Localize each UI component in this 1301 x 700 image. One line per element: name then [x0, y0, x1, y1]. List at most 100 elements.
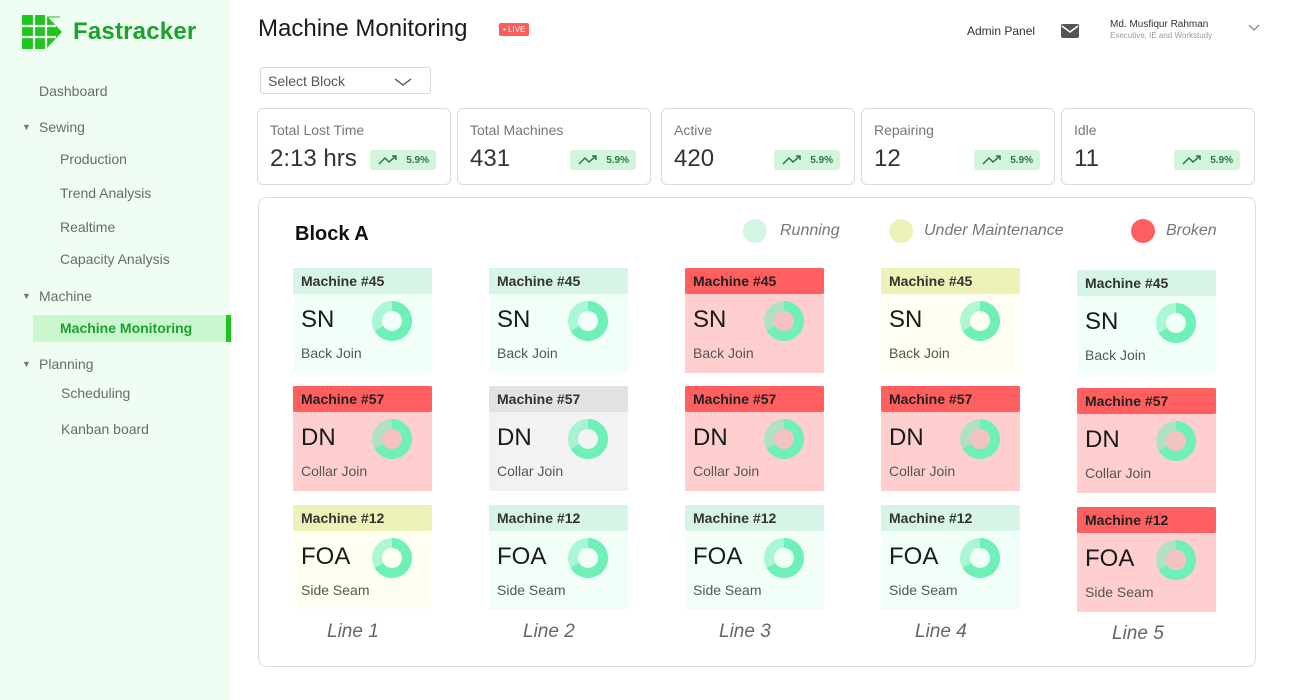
sidebar-item-trend-analysis[interactable]: Trend Analysis	[60, 185, 151, 201]
machine-card[interactable]: Machine #45 SN Back Join	[293, 268, 432, 373]
machine-code: DN	[301, 424, 336, 451]
sidebar-item-production[interactable]: Production	[60, 151, 127, 167]
machine-code: SN	[301, 306, 335, 333]
sidebar-item-machine-monitoring[interactable]: Machine Monitoring	[33, 315, 231, 342]
machine-code: FOA	[1085, 545, 1135, 572]
machine-code: SN	[497, 306, 531, 333]
stat-card-total-lost-time: Total Lost Time 2:13 hrs 5.9%	[257, 108, 451, 185]
machine-card[interactable]: Machine #12 FOA Side Seam	[685, 505, 824, 610]
stat-card-repairing: Repairing 12 5.9%	[861, 108, 1055, 185]
chevron-down-icon[interactable]	[1248, 24, 1260, 32]
machine-name: Machine #45	[1077, 270, 1216, 296]
machine-code: FOA	[889, 543, 939, 570]
line-label: Line 4	[915, 621, 967, 642]
machine-operation: Back Join	[889, 345, 950, 361]
user-role: Executive, IE and Workstudy	[1110, 31, 1213, 40]
donut-chart-icon	[960, 301, 1000, 341]
machine-card[interactable]: Machine #12 FOA Side Seam	[881, 505, 1020, 610]
machine-operation: Back Join	[497, 345, 558, 361]
machine-card[interactable]: Machine #57 DN Collar Join	[293, 386, 432, 491]
stat-change-badge: 5.9%	[570, 150, 636, 170]
user-name[interactable]: Md. Musfiqur Rahman	[1110, 19, 1208, 30]
sidebar-item-scheduling[interactable]: Scheduling	[61, 385, 130, 401]
sidebar-item-realtime[interactable]: Realtime	[60, 219, 115, 235]
machine-operation: Collar Join	[693, 463, 760, 479]
stat-card-idle: Idle 11 5.9%	[1061, 108, 1255, 185]
sidebar-group-sewing[interactable]: ▼ Sewing	[22, 119, 85, 135]
sidebar-item-dashboard[interactable]: Dashboard	[39, 83, 108, 99]
machine-code: SN	[889, 306, 923, 333]
machine-card[interactable]: Machine #57 DN Collar Join	[1077, 388, 1216, 493]
machine-card[interactable]: Machine #57 DN Collar Join	[685, 386, 824, 491]
machine-card[interactable]: Machine #45 SN Back Join	[489, 268, 628, 373]
block-select-value: Select Block	[268, 73, 346, 89]
stat-label: Active	[674, 122, 713, 138]
line-label: Line 1	[327, 621, 379, 642]
line-label: Line 3	[719, 621, 771, 642]
admin-panel-link[interactable]: Admin Panel	[967, 24, 1035, 38]
donut-chart-icon	[960, 538, 1000, 578]
block-select[interactable]: Select Block	[260, 67, 431, 94]
machine-card[interactable]: Machine #12 FOA Side Seam	[1077, 507, 1216, 612]
machine-operation: Collar Join	[497, 463, 564, 479]
sidebar-item-capacity-analysis[interactable]: Capacity Analysis	[60, 251, 170, 267]
machine-card[interactable]: Machine #57 DN Collar Join	[489, 386, 628, 491]
trending-up-icon	[1182, 155, 1201, 165]
machine-code: SN	[1085, 308, 1119, 335]
legend-broken-dot	[1131, 219, 1155, 243]
machine-card[interactable]: Machine #45 SN Back Join	[685, 268, 824, 373]
stat-change-badge: 5.9%	[1174, 150, 1240, 170]
machine-card[interactable]: Machine #12 FOA Side Seam	[489, 505, 628, 610]
stat-card-active: Active 420 5.9%	[661, 108, 855, 185]
donut-chart-icon	[568, 301, 608, 341]
machine-code: DN	[1085, 426, 1120, 453]
donut-chart-icon	[1156, 421, 1196, 461]
machine-code: FOA	[693, 543, 743, 570]
trending-up-icon	[578, 155, 597, 165]
sidebar-group-label: Sewing	[39, 119, 85, 135]
stat-change-value: 5.9%	[406, 154, 429, 166]
machine-name: Machine #45	[293, 268, 432, 294]
active-indicator	[226, 315, 231, 342]
machine-operation: Side Seam	[1085, 584, 1154, 600]
machine-name: Machine #57	[489, 386, 628, 412]
machine-name: Machine #12	[1077, 507, 1216, 533]
machine-operation: Side Seam	[301, 582, 370, 598]
machine-name: Machine #45	[489, 268, 628, 294]
donut-chart-icon	[1156, 540, 1196, 580]
machine-name: Machine #45	[881, 268, 1020, 294]
trending-up-icon	[378, 155, 397, 165]
machine-code: DN	[497, 424, 532, 451]
machine-name: Machine #57	[685, 386, 824, 412]
stat-value: 420	[674, 145, 715, 172]
machine-card[interactable]: Machine #12 FOA Side Seam	[293, 505, 432, 610]
donut-chart-icon	[568, 538, 608, 578]
legend-broken-label: Broken	[1166, 222, 1217, 239]
legend-maintenance-dot	[889, 219, 913, 243]
trending-up-icon	[982, 155, 1001, 165]
donut-chart-icon	[764, 538, 804, 578]
stat-card-total-machines: Total Machines 431 5.9%	[457, 108, 651, 185]
machine-operation: Side Seam	[497, 582, 566, 598]
stat-label: Repairing	[874, 122, 934, 138]
sidebar-item-label: Machine Monitoring	[60, 320, 193, 336]
machine-card[interactable]: Machine #45 SN Back Join	[1077, 270, 1216, 375]
machine-card[interactable]: Machine #57 DN Collar Join	[881, 386, 1020, 491]
stat-change-badge: 5.9%	[974, 150, 1040, 170]
block-title: Block A	[295, 223, 369, 245]
sidebar-group-machine[interactable]: ▼ Machine	[22, 288, 92, 304]
machine-name: Machine #45	[685, 268, 824, 294]
donut-chart-icon	[568, 419, 608, 459]
machine-card[interactable]: Machine #45 SN Back Join	[881, 268, 1020, 373]
stat-value: 431	[470, 145, 511, 172]
line-label: Line 5	[1112, 623, 1164, 644]
sidebar-group-planning[interactable]: ▼ Planning	[22, 356, 94, 372]
donut-chart-icon	[764, 301, 804, 341]
machine-code: DN	[693, 424, 728, 451]
legend-maintenance-label: Under Maintenance	[924, 222, 1064, 239]
machine-operation: Side Seam	[693, 582, 762, 598]
logo[interactable]: Fastracker	[22, 15, 196, 49]
mail-icon[interactable]	[1061, 24, 1079, 38]
sidebar-item-kanban-board[interactable]: Kanban board	[61, 421, 149, 437]
donut-chart-icon	[764, 419, 804, 459]
